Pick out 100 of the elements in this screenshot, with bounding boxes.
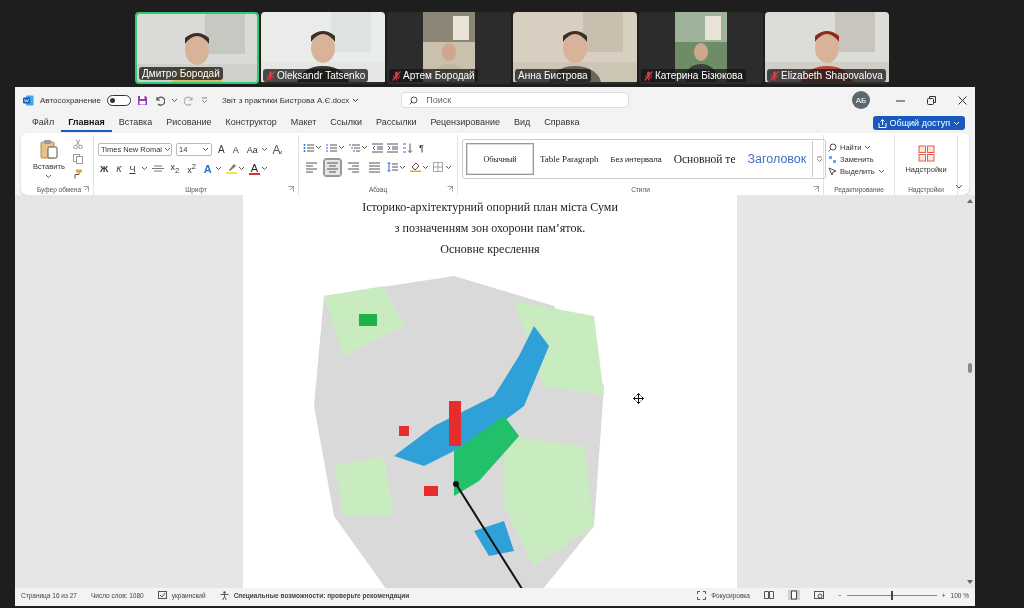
caret-icon[interactable] xyxy=(422,164,429,170)
search-field[interactable]: Поиск xyxy=(401,92,630,108)
caret-icon[interactable] xyxy=(315,145,322,150)
autosave-toggle[interactable] xyxy=(107,94,131,106)
zoom-slider-thumb[interactable] xyxy=(890,590,893,600)
underline-button[interactable]: Ч xyxy=(127,163,138,174)
bold-button[interactable]: Ж xyxy=(98,163,111,174)
close-icon[interactable] xyxy=(958,95,967,105)
caret-icon[interactable] xyxy=(141,166,149,171)
caret-icon[interactable] xyxy=(237,166,245,171)
caret-icon[interactable] xyxy=(361,145,368,150)
video-tile[interactable]: Elizabeth Shapovalova xyxy=(765,12,889,84)
word-logo-icon xyxy=(23,94,34,106)
subscript-button[interactable]: x$_{2}$ xyxy=(168,162,182,175)
ribbon-tab[interactable]: Рисование xyxy=(159,114,219,132)
search-icon xyxy=(409,96,419,105)
ribbon-tab[interactable]: Вставка xyxy=(111,114,160,132)
cut-icon[interactable] xyxy=(72,139,83,149)
read-mode-icon[interactable] xyxy=(763,591,774,599)
caret-icon[interactable] xyxy=(214,166,222,171)
pilcrow-button[interactable]: ¶ xyxy=(417,142,426,153)
superscript-button[interactable]: x$^{2}$ xyxy=(185,162,198,175)
document-title[interactable]: Звіт з практики Бистрова А.Є.docx xyxy=(222,95,350,105)
save-icon[interactable] xyxy=(137,94,148,106)
participant-name: Oleksandr Tatsenko xyxy=(277,70,366,81)
increase-indent-icon[interactable] xyxy=(387,142,398,153)
spellcheck-icon[interactable] xyxy=(157,591,167,599)
caret-icon[interactable] xyxy=(352,97,360,103)
ribbon-tab[interactable]: Ссылки xyxy=(323,114,370,132)
ribbon-tab[interactable]: Вид xyxy=(506,114,538,132)
restore-icon[interactable] xyxy=(927,95,936,105)
decrease-indent-icon[interactable] xyxy=(372,142,383,153)
caret-icon[interactable] xyxy=(164,147,171,152)
copy-icon[interactable] xyxy=(72,154,83,164)
font-color-button[interactable]: A xyxy=(248,162,261,175)
search-icon xyxy=(828,142,837,152)
line-spacing-icon[interactable] xyxy=(387,162,398,172)
video-tile[interactable]: Артем Бородай xyxy=(387,12,511,84)
ribbon-tab[interactable]: Макет xyxy=(283,114,324,132)
italic-button[interactable]: К xyxy=(114,163,124,174)
strikethrough-icon[interactable] xyxy=(152,164,165,173)
video-tile[interactable]: Анна Бистрова xyxy=(513,12,637,84)
customize-caret-icon[interactable] xyxy=(201,96,208,104)
style-item[interactable]: Обычный xyxy=(466,143,534,175)
participant-name: Дмитро Бородай xyxy=(142,68,220,79)
dialog-launcher-icon[interactable] xyxy=(288,186,294,192)
shading-icon[interactable] xyxy=(410,162,421,172)
sort-icon[interactable] xyxy=(402,142,413,153)
ribbon-tab[interactable]: Рецензирование xyxy=(423,114,507,132)
participant-name: Анна Бистрова xyxy=(518,70,588,81)
caret-icon[interactable] xyxy=(45,174,53,179)
collapse-ribbon-icon[interactable] xyxy=(955,184,963,189)
web-layout-icon[interactable] xyxy=(813,591,824,599)
dialog-launcher-icon[interactable] xyxy=(813,186,819,192)
document-text: Основне креслення xyxy=(440,241,540,258)
gallery-more-icon[interactable] xyxy=(815,155,823,163)
text-effects-button[interactable]: A xyxy=(201,162,214,175)
video-tile[interactable]: Катерина Бізюкова xyxy=(639,12,763,84)
caret-icon[interactable] xyxy=(445,164,452,170)
ribbon-tab[interactable]: Рассылки xyxy=(369,114,424,132)
style-item[interactable]: Заголовок xyxy=(741,143,813,175)
focus-icon[interactable] xyxy=(697,590,707,600)
scroll-down-icon[interactable] xyxy=(967,580,973,584)
caret-icon[interactable] xyxy=(261,166,269,171)
clear-formatting-icon[interactable] xyxy=(271,144,283,155)
caret-icon[interactable] xyxy=(399,164,406,170)
share-button[interactable]: Общий доступ xyxy=(872,116,965,130)
highlighter-icon[interactable] xyxy=(225,163,237,174)
shrink-font-button[interactable]: A xyxy=(230,144,241,155)
participant-name: Артем Бородай xyxy=(403,70,475,81)
caret-icon[interactable] xyxy=(202,147,209,152)
replace-icon xyxy=(828,154,837,164)
ribbon-tab[interactable]: Справка xyxy=(537,114,587,132)
accessibility-icon[interactable] xyxy=(219,590,229,600)
caret-icon[interactable] xyxy=(864,144,872,150)
user-avatar[interactable]: АБ xyxy=(852,91,870,109)
format-painter-icon[interactable] xyxy=(72,169,83,179)
video-tile[interactable]: Дмитро Бородай xyxy=(135,12,259,84)
grow-font-button[interactable]: A xyxy=(216,144,227,155)
participant-name: Катерина Бізюкова xyxy=(655,70,743,81)
clipboard-icon xyxy=(38,139,59,159)
caret-icon[interactable] xyxy=(877,168,885,174)
style-item[interactable]: Table Paragraph xyxy=(534,143,605,175)
caret-icon[interactable] xyxy=(338,145,345,150)
print-layout-icon[interactable] xyxy=(787,590,800,600)
change-case-button[interactable]: Aa xyxy=(244,144,260,155)
style-item[interactable]: Основной те xyxy=(667,143,742,175)
scroll-up-icon[interactable] xyxy=(967,199,973,203)
share-icon xyxy=(877,118,887,128)
ribbon-tab[interactable]: Файл xyxy=(25,114,62,132)
dialog-launcher-icon[interactable] xyxy=(83,186,89,192)
ribbon-tab[interactable]: Конструктор xyxy=(218,114,284,132)
bullet-list-icon[interactable] xyxy=(303,142,314,153)
video-tile[interactable]: Oleksandr Tatsenko xyxy=(261,12,385,84)
undo-icon[interactable] xyxy=(154,94,165,106)
multilevel-list-icon[interactable] xyxy=(349,142,360,153)
select-cursor-icon xyxy=(828,166,837,176)
dialog-launcher-icon[interactable] xyxy=(447,186,453,192)
caret-icon[interactable] xyxy=(171,97,178,103)
caret-icon[interactable] xyxy=(260,147,268,152)
